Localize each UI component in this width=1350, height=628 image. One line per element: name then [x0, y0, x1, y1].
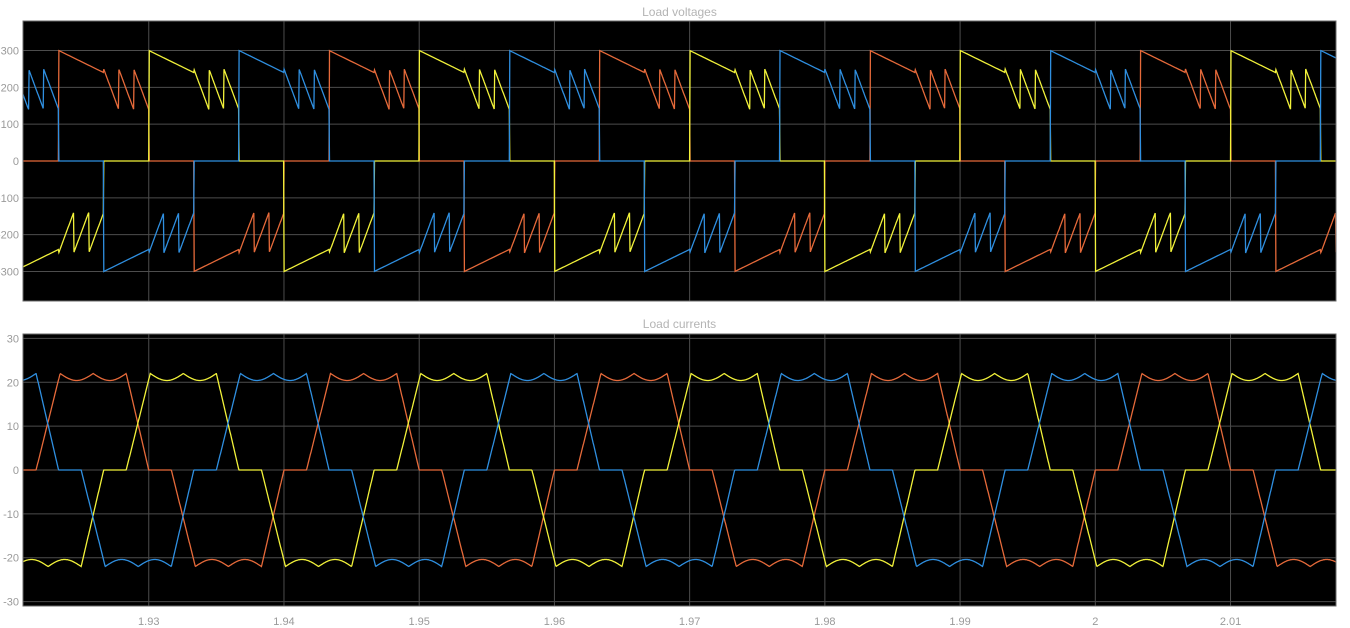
- scope-figure: Load voltages-300-200-1000100200300 Load…: [0, 5, 1337, 628]
- y-tick-label: 0: [13, 156, 19, 168]
- axes-title: Load currents: [643, 317, 716, 331]
- axes-title: Load voltages: [642, 5, 717, 19]
- y-tick-label: 200: [1, 82, 19, 94]
- y-tick-label: 20: [7, 377, 19, 389]
- current-axes: Load currents -30 -20 -10 0 10 20 30 1.93 1.94 1.9…: [3, 317, 1337, 628]
- x-tick-label: 2: [1092, 616, 1098, 628]
- x-tick-label: 1.97: [679, 616, 700, 628]
- x-tick-label: 1.95: [408, 616, 429, 628]
- voltage-axes: Load voltages -300 -200 -100 0 100 200 300: [0, 5, 1337, 302]
- y-tick-label: -200: [0, 230, 19, 242]
- x-tick-label: 1.99: [949, 616, 970, 628]
- y-tick-label: -100: [0, 193, 19, 205]
- x-tick-label: 2.01: [1220, 616, 1241, 628]
- y-tick-label: -20: [3, 553, 19, 565]
- x-tick-label: 1.96: [544, 616, 565, 628]
- y-tick-label: 30: [7, 333, 19, 345]
- y-tick-label: 300: [1, 45, 19, 57]
- x-tick-label: 1.94: [273, 616, 294, 628]
- y-tick-label: 0: [13, 465, 19, 477]
- x-tick-label: 1.93: [138, 616, 159, 628]
- x-tick-label: 1.98: [814, 616, 835, 628]
- y-tick-label: -10: [3, 509, 19, 521]
- y-tick-label: -30: [3, 597, 19, 609]
- y-tick-label: 100: [1, 119, 19, 131]
- y-tick-label: 10: [7, 421, 19, 433]
- y-tick-label: -300: [0, 267, 19, 279]
